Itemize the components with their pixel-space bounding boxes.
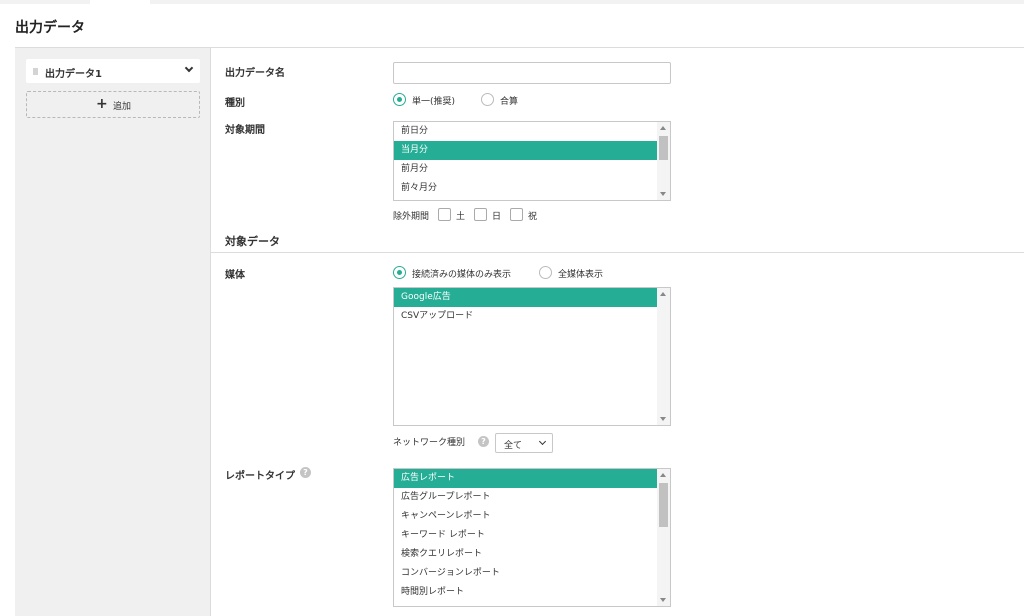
network-type-select[interactable]: 全て	[495, 433, 553, 453]
chevron-down-icon	[538, 437, 547, 446]
exclude-label: 除外期間	[393, 212, 430, 222]
name-label: 出力データ名	[225, 68, 285, 79]
radio-circle	[393, 93, 406, 106]
report-type-label: レポートタイプ	[225, 471, 295, 482]
question-icon[interactable]: ?	[300, 467, 311, 478]
report-option[interactable]: 時間別レポート	[394, 583, 658, 602]
report-option[interactable]: 広告グループレポート	[394, 488, 658, 507]
scroll-up-icon[interactable]	[660, 292, 666, 296]
media-listbox[interactable]: Google広告 CSVアップロード	[393, 287, 671, 426]
checkbox-label: 土	[456, 212, 466, 222]
plus-icon: +	[96, 96, 108, 112]
page-title: 出力データ	[15, 20, 85, 36]
drag-handle-icon[interactable]	[33, 68, 38, 75]
report-option[interactable]: キーワード レポート	[394, 526, 658, 545]
radio-label: 合算	[500, 97, 519, 107]
network-type-label: ネットワーク種別	[393, 438, 466, 448]
radio-circle	[393, 266, 406, 279]
media-option[interactable]: Google広告	[394, 288, 658, 307]
scrollbar[interactable]	[657, 288, 670, 425]
radio-circle	[481, 93, 494, 106]
question-icon[interactable]: ?	[478, 436, 489, 447]
scrollbar[interactable]	[657, 122, 670, 200]
checkbox-box	[438, 208, 451, 221]
scroll-down-icon[interactable]	[660, 417, 666, 421]
scroll-thumb[interactable]	[659, 483, 668, 527]
checkbox-box	[510, 208, 523, 221]
checkbox-label: 祝	[528, 212, 538, 222]
report-option[interactable]: 検索クエリレポート	[394, 545, 658, 564]
add-button-label: 追加	[113, 102, 132, 112]
radio-circle	[539, 266, 552, 279]
report-option[interactable]: 広告レポート	[394, 469, 658, 488]
type-label: 種別	[225, 98, 245, 109]
report-option[interactable]: キャンペーンレポート	[394, 507, 658, 526]
radio-label: 全媒体表示	[558, 270, 604, 280]
scroll-thumb[interactable]	[659, 136, 668, 160]
report-option[interactable]: コンバージョンレポート	[394, 564, 658, 583]
media-option[interactable]: CSVアップロード	[394, 307, 658, 326]
chevron-down-icon[interactable]	[184, 63, 194, 73]
checkbox-box	[474, 208, 487, 221]
period-label: 対象期間	[225, 125, 265, 136]
report-type-listbox[interactable]: 広告レポート 広告グループレポート キャンペーンレポート キーワード レポート …	[393, 468, 671, 607]
output-name-input[interactable]	[393, 62, 671, 84]
sidebar: 出力データ1 + 追加	[15, 48, 211, 616]
scroll-down-icon[interactable]	[660, 192, 666, 196]
scroll-up-icon[interactable]	[660, 473, 666, 477]
section-title-target-data: 対象データ	[225, 235, 280, 248]
period-option[interactable]: 当月分	[394, 141, 658, 160]
scrollbar[interactable]	[657, 469, 670, 606]
active-tab	[90, 0, 150, 4]
radio-label: 接続済みの媒体のみ表示	[412, 270, 512, 280]
period-option[interactable]: 前日分	[394, 122, 658, 141]
top-tab-strip	[0, 0, 1024, 4]
radio-label: 単一(推奨)	[412, 97, 456, 107]
period-option[interactable]: 前々月分	[394, 179, 658, 198]
checkbox-label: 日	[492, 212, 502, 222]
period-option[interactable]: 前月分	[394, 160, 658, 179]
scroll-down-icon[interactable]	[660, 598, 666, 602]
select-value: 全て	[504, 441, 523, 451]
add-output-button[interactable]: + 追加	[26, 91, 200, 118]
section-divider	[211, 252, 1024, 253]
scroll-up-icon[interactable]	[660, 126, 666, 130]
sidebar-item-label: 出力データ1	[45, 69, 102, 80]
media-label: 媒体	[225, 270, 245, 281]
sidebar-item-output-data[interactable]: 出力データ1	[26, 59, 200, 83]
period-listbox[interactable]: 前日分 当月分 前月分 前々月分	[393, 121, 671, 201]
